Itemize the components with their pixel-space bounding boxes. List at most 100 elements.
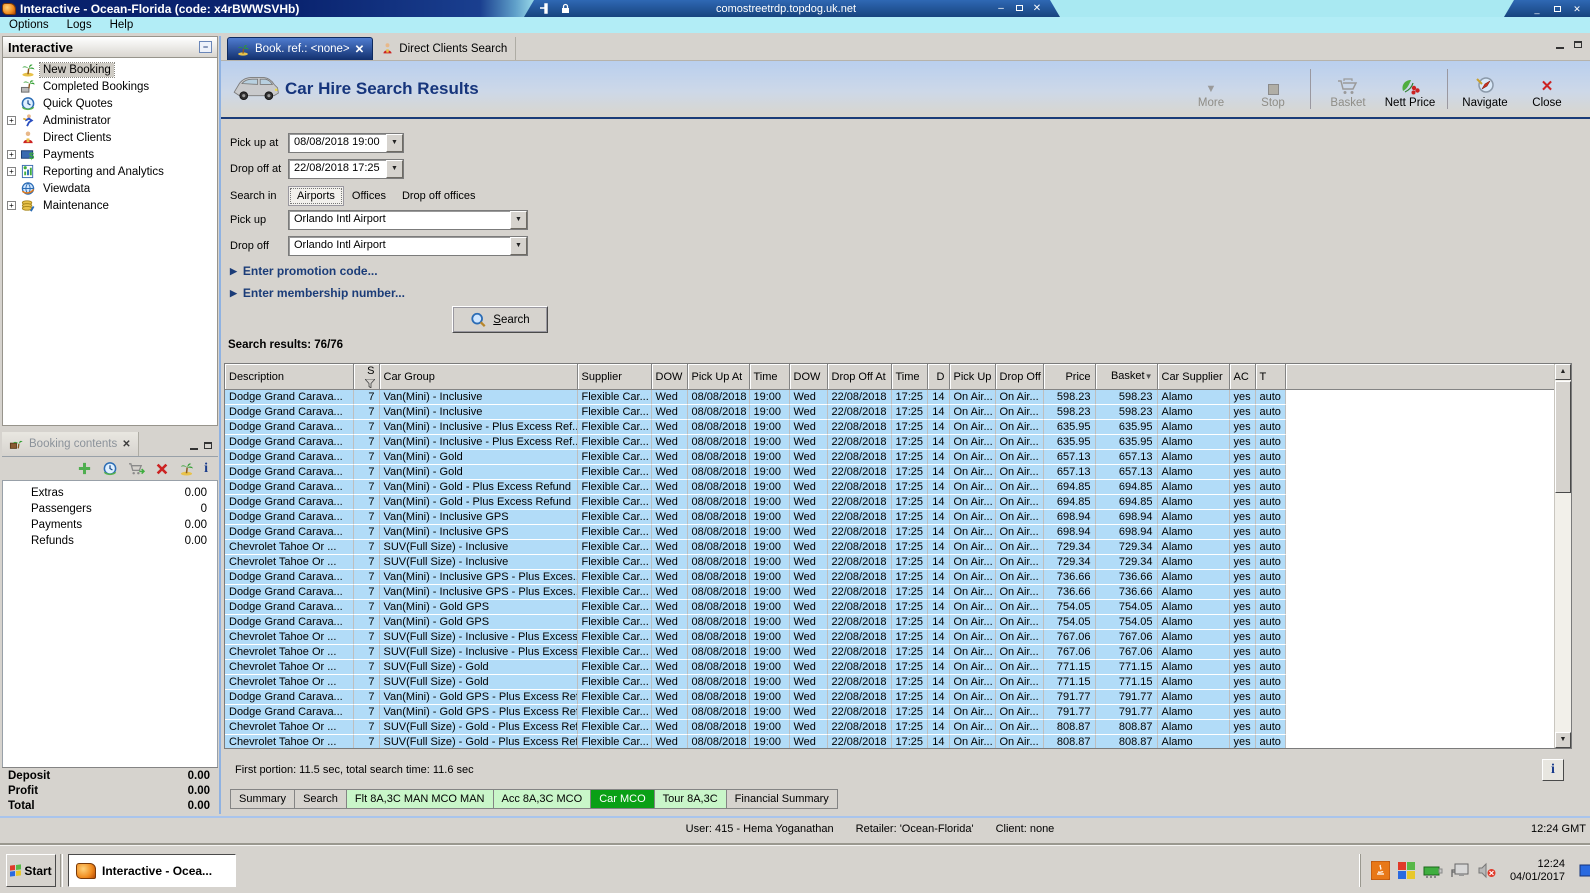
table-row[interactable]: Chevrolet Tahoe Or ... 7 SUV(Full Size) … xyxy=(225,629,1556,645)
search-in-dropoff-offices[interactable]: Drop off offices xyxy=(394,187,484,205)
dropdown-arrow-icon[interactable]: ▼ xyxy=(510,211,527,229)
sidebar-item-viewdata[interactable]: Viewdata xyxy=(3,180,217,197)
view-maximize-icon[interactable] xyxy=(1574,41,1582,48)
nett-price-button[interactable]: Nett Price xyxy=(1381,67,1439,111)
menu-help[interactable]: Help xyxy=(101,18,143,32)
column-header[interactable]: DOW xyxy=(789,364,828,390)
new-booking-icon[interactable] xyxy=(179,461,194,476)
search-button[interactable]: Search xyxy=(452,306,548,333)
rdp-minimize-button[interactable]: – xyxy=(992,1,1010,16)
java-tray-icon[interactable] xyxy=(1370,861,1390,880)
panel-maximize-icon[interactable] xyxy=(204,442,212,449)
table-row[interactable]: Dodge Grand Carava... 7 Van(Mini) - Incl… xyxy=(225,584,1556,600)
menu-options[interactable]: Options xyxy=(0,18,58,32)
table-row[interactable]: Dodge Grand Carava... 7 Van(Mini) - Gold… xyxy=(225,479,1556,495)
table-row[interactable]: Dodge Grand Carava... 7 Van(Mini) - Incl… xyxy=(225,509,1556,525)
menu-logs[interactable]: Logs xyxy=(58,18,101,32)
quote-icon[interactable] xyxy=(102,461,118,476)
sidebar-item-payments[interactable]: + $ Payments xyxy=(3,146,217,163)
sidebar-item-quick-quotes[interactable]: Quick Quotes xyxy=(3,95,217,112)
table-row[interactable]: Chevrolet Tahoe Or ... 7 SUV(Full Size) … xyxy=(225,659,1556,675)
promotion-code-expander[interactable]: ▶ Enter promotion code... xyxy=(230,264,378,278)
table-row[interactable]: Dodge Grand Carava... 7 Van(Mini) - Incl… xyxy=(225,404,1556,420)
table-row[interactable]: Dodge Grand Carava... 7 Van(Mini) - Gold… xyxy=(225,614,1556,630)
column-header[interactable]: T xyxy=(1255,364,1286,390)
info-icon[interactable]: i xyxy=(204,461,208,476)
taskbar-clock[interactable]: 12:24 04/01/2017 xyxy=(1504,858,1571,884)
column-header[interactable]: Supplier xyxy=(577,364,652,390)
antivirus-tray-icon[interactable] xyxy=(1397,861,1416,880)
booking-contents-row[interactable]: Extras 0.00 xyxy=(3,487,217,503)
tab-flight[interactable]: Flt 8A,3C MAN MCO MAN xyxy=(346,789,494,809)
sidebar-item-administrator[interactable]: + Administrator xyxy=(3,112,217,129)
window-close-button[interactable]: ✕ xyxy=(1570,2,1584,16)
table-row[interactable]: Dodge Grand Carava... 7 Van(Mini) - Gold… xyxy=(225,449,1556,465)
tab-summary[interactable]: Summary xyxy=(230,789,296,809)
rdp-restore-button[interactable] xyxy=(1010,1,1028,16)
table-row[interactable]: Dodge Grand Carava... 7 Van(Mini) - Gold… xyxy=(225,704,1556,720)
column-header[interactable]: Pick Up At xyxy=(687,364,750,390)
table-row[interactable]: Dodge Grand Carava... 7 Van(Mini) - Gold… xyxy=(225,599,1556,615)
basket-button[interactable]: Basket xyxy=(1319,67,1377,111)
view-minimize-icon[interactable] xyxy=(1556,41,1564,49)
column-header[interactable]: Car Supplier xyxy=(1157,364,1230,390)
display-tray-icon[interactable] xyxy=(1450,862,1470,879)
tab-search[interactable]: Search xyxy=(295,789,347,809)
table-row[interactable]: Dodge Grand Carava... 7 Van(Mini) - Incl… xyxy=(225,419,1556,435)
close-button[interactable]: ✕ Close xyxy=(1518,67,1576,111)
table-row[interactable]: Dodge Grand Carava... 7 Van(Mini) - Gold… xyxy=(225,464,1556,480)
more-button[interactable]: ▼ More xyxy=(1182,67,1240,111)
window-maximize-button[interactable] xyxy=(1550,2,1564,16)
column-header[interactable]: DOW xyxy=(651,364,688,390)
dropoff-at-combo[interactable]: 22/08/2018 17:25 ▼ xyxy=(288,159,404,179)
column-header[interactable]: Description xyxy=(225,364,354,390)
column-header[interactable]: Car Group xyxy=(379,364,578,390)
basket-add-icon[interactable] xyxy=(128,461,146,476)
tab-financial-summary[interactable]: Financial Summary xyxy=(726,789,838,809)
vertical-scrollbar[interactable]: ▲ ▼ xyxy=(1554,364,1571,748)
table-row[interactable]: Chevrolet Tahoe Or ... 7 SUV(Full Size) … xyxy=(225,644,1556,660)
pickup-at-combo[interactable]: 08/08/2018 19:00 ▼ xyxy=(288,133,404,153)
booking-contents-row[interactable]: Payments 0.00 xyxy=(3,519,217,535)
scrollbar-thumb[interactable] xyxy=(1555,381,1571,493)
column-header[interactable]: Pick Up xyxy=(949,364,996,390)
panel-minimize-icon[interactable] xyxy=(190,442,198,450)
start-button[interactable]: Start xyxy=(6,854,56,887)
dropoff-combo[interactable]: Orlando Intl Airport ▼ xyxy=(288,236,528,256)
table-row[interactable]: Dodge Grand Carava... 7 Van(Mini) - Incl… xyxy=(225,434,1556,450)
search-in-airports[interactable]: Airports xyxy=(288,186,344,206)
table-row[interactable]: Chevrolet Tahoe Or ... 7 SUV(Full Size) … xyxy=(225,539,1556,555)
column-header[interactable]: Drop Off xyxy=(995,364,1044,390)
table-row[interactable]: Dodge Grand Carava... 7 Van(Mini) - Incl… xyxy=(225,524,1556,540)
volume-muted-tray-icon[interactable] xyxy=(1477,862,1497,879)
stop-button[interactable]: Stop xyxy=(1244,67,1302,111)
rdp-close-button[interactable]: ✕ xyxy=(1028,1,1046,16)
column-header[interactable]: Drop Off At xyxy=(827,364,892,390)
dropdown-arrow-icon[interactable]: ▼ xyxy=(386,134,403,152)
column-header[interactable]: Time xyxy=(749,364,790,390)
pickup-combo[interactable]: Orlando Intl Airport ▼ xyxy=(288,210,528,230)
pin-icon[interactable] xyxy=(538,3,551,14)
scroll-down-icon[interactable]: ▼ xyxy=(1555,732,1571,748)
dropdown-arrow-icon[interactable]: ▼ xyxy=(510,237,527,255)
navigate-button[interactable]: Navigate xyxy=(1456,67,1514,111)
table-row[interactable]: Dodge Grand Carava... 7 Van(Mini) - Incl… xyxy=(225,569,1556,585)
booking-contents-close-icon[interactable]: ✕ xyxy=(122,439,130,450)
table-row[interactable]: Dodge Grand Carava... 7 Van(Mini) - Gold… xyxy=(225,689,1556,705)
sidebar-collapse-button[interactable]: − xyxy=(199,41,212,53)
tab-close-icon[interactable]: ✕ xyxy=(355,42,365,56)
network-tray-icon[interactable] xyxy=(1423,863,1443,879)
expand-icon[interactable]: + xyxy=(7,201,16,210)
tab-car[interactable]: Car MCO xyxy=(591,789,655,809)
tab-direct-clients-search[interactable]: Direct Clients Search xyxy=(373,37,517,60)
sidebar-item-reporting[interactable]: + Reporting and Analytics xyxy=(3,163,217,180)
search-in-offices[interactable]: Offices xyxy=(344,187,394,205)
booking-contents-row[interactable]: Passengers 0 xyxy=(3,503,217,519)
table-row[interactable]: Chevrolet Tahoe Or ... 7 SUV(Full Size) … xyxy=(225,719,1556,735)
table-row[interactable]: Chevrolet Tahoe Or ... 7 SUV(Full Size) … xyxy=(225,674,1556,690)
taskbar-app-button[interactable]: Interactive - Ocea... xyxy=(68,854,236,887)
sidebar-item-new-booking[interactable]: New Booking xyxy=(3,61,217,78)
filter-icon[interactable] xyxy=(364,379,375,388)
column-header[interactable]: AC xyxy=(1229,364,1256,390)
delete-icon[interactable] xyxy=(155,462,169,476)
